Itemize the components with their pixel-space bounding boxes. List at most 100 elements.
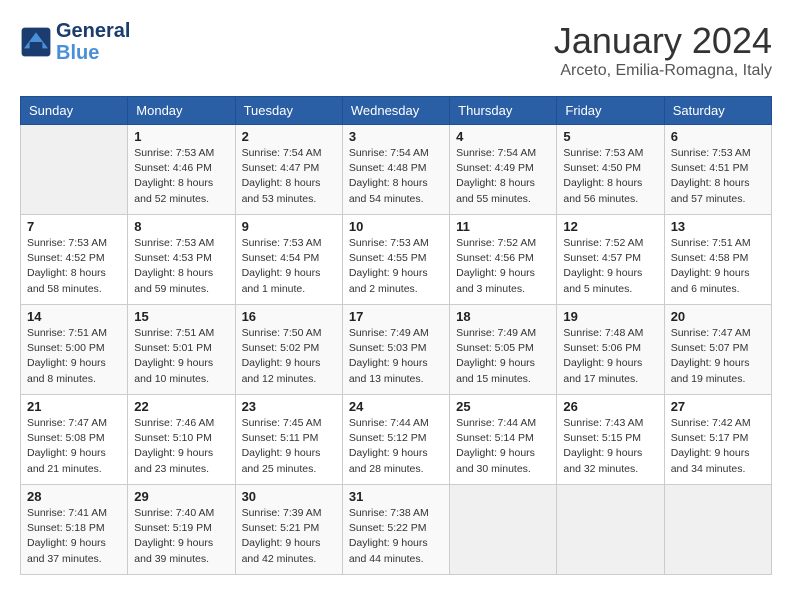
calendar-cell: 7 Sunrise: 7:53 AM Sunset: 4:52 PM Daylig…	[21, 215, 128, 305]
day-info: Sunrise: 7:53 AM Sunset: 4:50 PM Dayligh…	[563, 146, 657, 207]
day-info: Sunrise: 7:53 AM Sunset: 4:52 PM Dayligh…	[27, 236, 121, 297]
day-number: 24	[349, 399, 443, 414]
weekday-header: Thursday	[450, 97, 557, 125]
day-number: 10	[349, 219, 443, 234]
day-info: Sunrise: 7:51 AM Sunset: 5:01 PM Dayligh…	[134, 326, 228, 387]
day-number: 7	[27, 219, 121, 234]
calendar-cell: 22Sunrise: 7:46 AM Sunset: 5:10 PM Dayli…	[128, 395, 235, 485]
calendar-cell: 17 Sunrise: 7:49 AM Sunset: 5:03 PM Dayli…	[342, 305, 449, 395]
calendar-cell: 10 Sunrise: 7:53 AM Sunset: 4:55 PM Dayli…	[342, 215, 449, 305]
calendar-cell: 24 Sunrise: 7:44 AM Sunset: 5:12 PM Dayli…	[342, 395, 449, 485]
calendar-cell: 31 Sunrise: 7:38 AM Sunset: 5:22 PM Dayli…	[342, 485, 449, 575]
day-info: Sunrise: 7:52 AM Sunset: 4:57 PM Dayligh…	[563, 236, 657, 297]
day-number: 8	[134, 219, 228, 234]
day-number: 31	[349, 489, 443, 504]
calendar-cell: 29 Sunrise: 7:40 AM Sunset: 5:19 PM Dayli…	[128, 485, 235, 575]
logo-text: GeneralBlue	[56, 20, 130, 64]
page-header: GeneralBlue January 2024 Arceto, Emilia-…	[20, 20, 772, 80]
day-number: 30	[242, 489, 336, 504]
calendar-cell: 23 Sunrise: 7:45 AM Sunset: 5:11 PM Dayli…	[235, 395, 342, 485]
weekday-header: Saturday	[664, 97, 771, 125]
calendar-table: SundayMondayTuesdayWednesdayThursdayFrid…	[20, 96, 772, 575]
day-info: Sunrise: 7:45 AM Sunset: 5:11 PM Dayligh…	[242, 416, 336, 477]
calendar-cell: 6 Sunrise: 7:53 AM Sunset: 4:51 PM Daylig…	[664, 125, 771, 215]
day-info: Sunrise: 7:51 AM Sunset: 4:58 PM Dayligh…	[671, 236, 765, 297]
day-number: 5	[563, 129, 657, 144]
calendar-cell: 1Sunrise: 7:53 AM Sunset: 4:46 PM Daylig…	[128, 125, 235, 215]
day-info: Sunrise: 7:38 AM Sunset: 5:22 PM Dayligh…	[349, 506, 443, 567]
day-number: 2	[242, 129, 336, 144]
day-number: 6	[671, 129, 765, 144]
weekday-header-row: SundayMondayTuesdayWednesdayThursdayFrid…	[21, 97, 772, 125]
calendar-week-row: 14 Sunrise: 7:51 AM Sunset: 5:00 PM Dayli…	[21, 305, 772, 395]
day-number: 28	[27, 489, 121, 504]
day-info: Sunrise: 7:47 AM Sunset: 5:07 PM Dayligh…	[671, 326, 765, 387]
calendar-cell: 9Sunrise: 7:53 AM Sunset: 4:54 PM Daylig…	[235, 215, 342, 305]
calendar-cell	[664, 485, 771, 575]
day-number: 21	[27, 399, 121, 414]
calendar-week-row: 7 Sunrise: 7:53 AM Sunset: 4:52 PM Daylig…	[21, 215, 772, 305]
day-info: Sunrise: 7:54 AM Sunset: 4:47 PM Dayligh…	[242, 146, 336, 207]
day-number: 29	[134, 489, 228, 504]
calendar-week-row: 1Sunrise: 7:53 AM Sunset: 4:46 PM Daylig…	[21, 125, 772, 215]
location-subtitle: Arceto, Emilia-Romagna, Italy	[554, 62, 772, 80]
day-number: 25	[456, 399, 550, 414]
calendar-cell: 15 Sunrise: 7:51 AM Sunset: 5:01 PM Dayli…	[128, 305, 235, 395]
calendar-cell	[21, 125, 128, 215]
day-info: Sunrise: 7:44 AM Sunset: 5:14 PM Dayligh…	[456, 416, 550, 477]
calendar-cell: 8 Sunrise: 7:53 AM Sunset: 4:53 PM Daylig…	[128, 215, 235, 305]
calendar-cell: 26 Sunrise: 7:43 AM Sunset: 5:15 PM Dayli…	[557, 395, 664, 485]
title-block: January 2024 Arceto, Emilia-Romagna, Ita…	[554, 20, 772, 80]
day-number: 12	[563, 219, 657, 234]
day-info: Sunrise: 7:40 AM Sunset: 5:19 PM Dayligh…	[134, 506, 228, 567]
calendar-cell: 5 Sunrise: 7:53 AM Sunset: 4:50 PM Daylig…	[557, 125, 664, 215]
day-info: Sunrise: 7:53 AM Sunset: 4:53 PM Dayligh…	[134, 236, 228, 297]
calendar-cell: 25 Sunrise: 7:44 AM Sunset: 5:14 PM Dayli…	[450, 395, 557, 485]
calendar-cell: 2 Sunrise: 7:54 AM Sunset: 4:47 PM Daylig…	[235, 125, 342, 215]
calendar-cell: 13 Sunrise: 7:51 AM Sunset: 4:58 PM Dayli…	[664, 215, 771, 305]
day-info: Sunrise: 7:53 AM Sunset: 4:54 PM Dayligh…	[242, 236, 336, 297]
calendar-cell: 27 Sunrise: 7:42 AM Sunset: 5:17 PM Dayli…	[664, 395, 771, 485]
day-number: 17	[349, 309, 443, 324]
day-number: 16	[242, 309, 336, 324]
calendar-cell: 11Sunrise: 7:52 AM Sunset: 4:56 PM Dayli…	[450, 215, 557, 305]
day-info: Sunrise: 7:53 AM Sunset: 4:51 PM Dayligh…	[671, 146, 765, 207]
day-number: 14	[27, 309, 121, 324]
day-number: 15	[134, 309, 228, 324]
day-info: Sunrise: 7:53 AM Sunset: 4:55 PM Dayligh…	[349, 236, 443, 297]
calendar-cell: 16 Sunrise: 7:50 AM Sunset: 5:02 PM Dayli…	[235, 305, 342, 395]
weekday-header: Monday	[128, 97, 235, 125]
day-number: 4	[456, 129, 550, 144]
day-info: Sunrise: 7:51 AM Sunset: 5:00 PM Dayligh…	[27, 326, 121, 387]
day-number: 3	[349, 129, 443, 144]
weekday-header: Sunday	[21, 97, 128, 125]
day-info: Sunrise: 7:42 AM Sunset: 5:17 PM Dayligh…	[671, 416, 765, 477]
calendar-cell: 4 Sunrise: 7:54 AM Sunset: 4:49 PM Daylig…	[450, 125, 557, 215]
day-info: Sunrise: 7:54 AM Sunset: 4:49 PM Dayligh…	[456, 146, 550, 207]
day-info: Sunrise: 7:47 AM Sunset: 5:08 PM Dayligh…	[27, 416, 121, 477]
day-info: Sunrise: 7:49 AM Sunset: 5:05 PM Dayligh…	[456, 326, 550, 387]
day-info: Sunrise: 7:41 AM Sunset: 5:18 PM Dayligh…	[27, 506, 121, 567]
calendar-week-row: 21 Sunrise: 7:47 AM Sunset: 5:08 PM Dayli…	[21, 395, 772, 485]
day-info: Sunrise: 7:54 AM Sunset: 4:48 PM Dayligh…	[349, 146, 443, 207]
calendar-cell	[450, 485, 557, 575]
calendar-cell: 21 Sunrise: 7:47 AM Sunset: 5:08 PM Dayli…	[21, 395, 128, 485]
day-info: Sunrise: 7:49 AM Sunset: 5:03 PM Dayligh…	[349, 326, 443, 387]
day-number: 13	[671, 219, 765, 234]
day-number: 20	[671, 309, 765, 324]
day-number: 11	[456, 219, 550, 234]
weekday-header: Tuesday	[235, 97, 342, 125]
calendar-cell: 12 Sunrise: 7:52 AM Sunset: 4:57 PM Dayli…	[557, 215, 664, 305]
day-info: Sunrise: 7:43 AM Sunset: 5:15 PM Dayligh…	[563, 416, 657, 477]
day-number: 26	[563, 399, 657, 414]
day-info: Sunrise: 7:53 AM Sunset: 4:46 PM Dayligh…	[134, 146, 228, 207]
weekday-header: Friday	[557, 97, 664, 125]
calendar-cell: 20 Sunrise: 7:47 AM Sunset: 5:07 PM Dayli…	[664, 305, 771, 395]
day-number: 22	[134, 399, 228, 414]
day-info: Sunrise: 7:44 AM Sunset: 5:12 PM Dayligh…	[349, 416, 443, 477]
month-title: January 2024	[554, 20, 772, 62]
day-info: Sunrise: 7:50 AM Sunset: 5:02 PM Dayligh…	[242, 326, 336, 387]
calendar-cell	[557, 485, 664, 575]
day-number: 27	[671, 399, 765, 414]
day-number: 23	[242, 399, 336, 414]
